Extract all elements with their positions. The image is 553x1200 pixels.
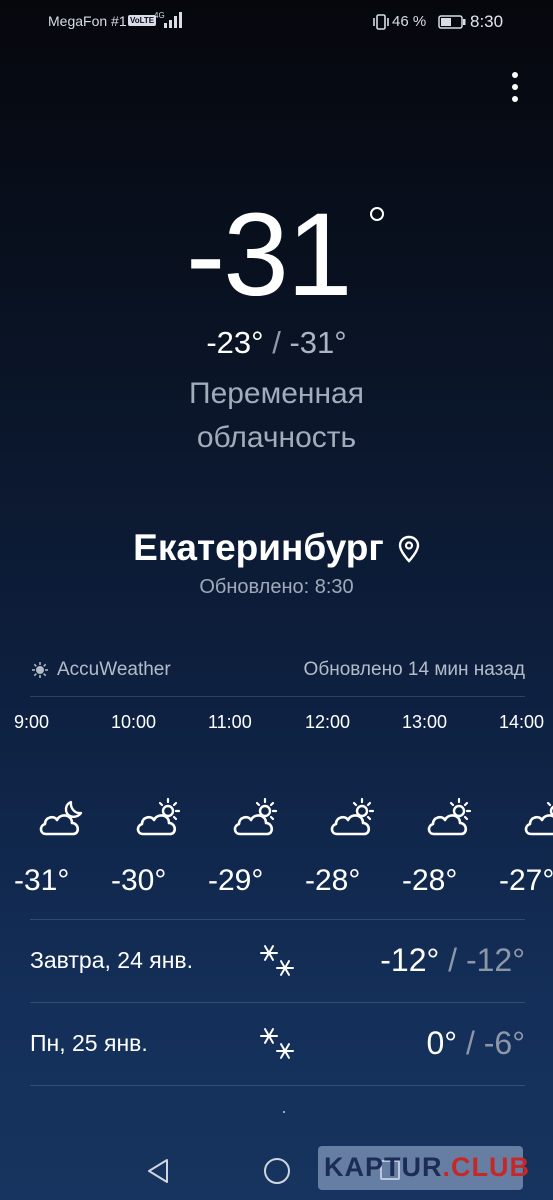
hour-time: 14:00 xyxy=(499,712,545,732)
partly-cloudy-day-icon xyxy=(524,801,553,836)
carrier-name: MegaFon #1 xyxy=(48,13,127,29)
watermark: KAPTUR.CLUB xyxy=(318,1146,529,1190)
volte-badge: VoLTE xyxy=(128,15,157,26)
more-options-dot xyxy=(512,96,518,102)
day-high: 0° xyxy=(426,1025,458,1061)
watermark-logo: KAPTUR.CLUB xyxy=(324,1152,530,1183)
partly-cloudy-day-icon xyxy=(136,797,181,836)
snow-icon xyxy=(260,1028,294,1059)
high-low-temperatures: -23° / -31° xyxy=(0,322,553,364)
weather-condition: Переменная облачность xyxy=(189,377,364,454)
clock: 8:30 xyxy=(470,12,504,31)
day-temperatures: 0° / -6° xyxy=(426,1025,525,1062)
day-low: -6° xyxy=(483,1025,525,1061)
home-button[interactable] xyxy=(264,1158,290,1184)
daily-row[interactable]: Пн, 25 янв. 0° / -6° xyxy=(30,1005,525,1085)
daily-row[interactable]: Завтра, 24 янв. -12° / -12° xyxy=(30,922,525,1002)
hour-time: 13:00 xyxy=(402,712,448,732)
partly-cloudy-night-icon xyxy=(39,800,83,836)
hour-temperature: -28° xyxy=(402,864,458,897)
hour-temperature: -29° xyxy=(208,864,264,897)
degree-symbol-icon xyxy=(370,207,384,221)
more-options-icon xyxy=(512,72,518,78)
day-low: -12° xyxy=(465,942,525,978)
partly-cloudy-day-icon xyxy=(330,797,375,836)
divider xyxy=(30,1002,525,1003)
location-row[interactable]: Екатеринбург xyxy=(0,524,553,572)
last-updated-time: Обновлено: 8:30 xyxy=(199,576,354,598)
temperature-separator: / xyxy=(272,325,281,360)
provider-row[interactable]: AccuWeather Обновлено 14 мин назад xyxy=(30,656,525,686)
current-temperature: -31 xyxy=(186,189,353,321)
more-options-button[interactable] xyxy=(500,66,530,108)
status-bar: MegaFon #1 VoLTE 4G 46 % 8:30 xyxy=(0,0,553,44)
more-options-dot xyxy=(512,84,518,90)
provider-name[interactable]: AccuWeather xyxy=(57,659,171,681)
hour-temperature: -30° xyxy=(111,864,167,897)
partly-cloudy-day-icon xyxy=(427,797,472,836)
vibrate-icon xyxy=(373,14,389,30)
back-button[interactable] xyxy=(146,1158,170,1184)
provider-updated: Обновлено 14 мин назад xyxy=(303,659,525,680)
day-high: -12° xyxy=(380,942,440,978)
low-temperature: -31° xyxy=(289,325,347,360)
city-name[interactable]: Екатеринбург xyxy=(133,524,384,572)
day-label: Завтра, 24 янв. xyxy=(30,947,194,973)
divider xyxy=(30,919,525,920)
hour-time: 12:00 xyxy=(305,712,351,732)
hour-time: 11:00 xyxy=(208,712,252,732)
high-temperature: -23° xyxy=(206,325,264,360)
divider xyxy=(30,696,525,697)
day-temperatures: -12° / -12° xyxy=(380,942,525,979)
battery-icon xyxy=(438,15,466,29)
hour-temperature: -28° xyxy=(305,864,361,897)
location-pin-icon[interactable] xyxy=(398,535,420,563)
battery-percent: 46 % xyxy=(392,13,427,30)
snow-icon xyxy=(260,945,294,976)
watermark-accent-text: .CLUB xyxy=(442,1152,530,1182)
hour-temperature: -27° xyxy=(499,864,553,897)
day-label: Пн, 25 янв. xyxy=(30,1030,148,1056)
hour-time: 10:00 xyxy=(111,712,157,732)
partly-cloudy-day-icon xyxy=(233,797,278,836)
hour-temperature: -31° xyxy=(14,864,70,897)
accuweather-logo-icon xyxy=(32,662,48,678)
page-indicator xyxy=(283,1111,285,1113)
watermark-text: KAPTUR xyxy=(324,1152,443,1182)
divider xyxy=(30,1085,525,1086)
signal-icon xyxy=(164,12,182,28)
day-separator: / xyxy=(465,1025,475,1061)
day-separator: / xyxy=(448,942,458,978)
hour-time: 9:00 xyxy=(14,712,50,732)
